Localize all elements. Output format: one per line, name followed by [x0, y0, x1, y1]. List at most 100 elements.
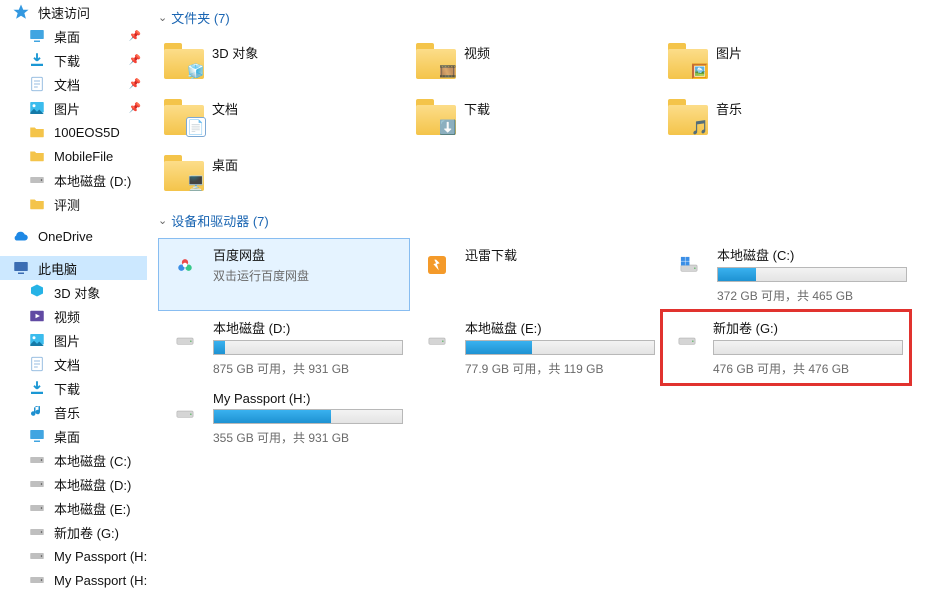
sidebar-item[interactable]: 下载📌	[0, 48, 147, 72]
folder-item[interactable]: 🖼️ 图片	[662, 35, 914, 91]
folders-section-header[interactable]: ⌄ 文件夹 (7)	[158, 8, 925, 27]
folder-icon: ⬇️	[416, 95, 456, 135]
folder-icon: 🖥️	[164, 151, 204, 191]
sidebar-item[interactable]: 图片📌	[0, 96, 147, 120]
folder-label: 下载	[464, 95, 490, 118]
drives-section-title: 设备和驱动器 (7)	[171, 211, 269, 230]
drive-grid: 百度网盘双击运行百度网盘迅雷下载本地磁盘 (C:)372 GB 可用，共 465…	[158, 238, 925, 453]
folder-item[interactable]: 🎵 音乐	[662, 91, 914, 147]
pc-icon	[12, 259, 30, 277]
pin-icon: 📌	[129, 31, 141, 42]
music-icon	[28, 403, 46, 421]
folder-item[interactable]: 🧊3D 对象	[158, 35, 410, 91]
sidebar-item[interactable]: 本地磁盘 (E:)	[0, 496, 147, 520]
drive-icon	[417, 318, 457, 358]
folder-label: 图片	[716, 39, 742, 62]
sidebar-item-label: 评测	[54, 195, 80, 214]
drive-item[interactable]: 迅雷下载	[410, 238, 662, 311]
desktop-icon	[28, 27, 46, 45]
sidebar-item[interactable]: MobileFile	[0, 144, 147, 168]
desktop-icon	[28, 427, 46, 445]
sidebar-item[interactable]: 新加卷 (G:)	[0, 520, 147, 544]
drive-name: 百度网盘	[213, 245, 403, 264]
onedrive-label: OneDrive	[38, 229, 93, 244]
folder-label: 3D 对象	[212, 39, 258, 62]
sidebar-item[interactable]: 本地磁盘 (D:)	[0, 168, 147, 192]
sidebar-item[interactable]: 3D 对象	[0, 280, 147, 304]
drive-item[interactable]: My Passport (H:) 355 GB 可用，共 931 GB	[158, 384, 410, 453]
folder-icon: 📄	[164, 95, 204, 135]
chevron-down-icon: ⌄	[158, 11, 167, 24]
pin-icon: 📌	[129, 103, 141, 114]
folder-item[interactable]: ⬇️ 下载	[410, 91, 662, 147]
sidebar-item[interactable]: 桌面	[0, 424, 147, 448]
folder-icon	[28, 123, 46, 141]
folder-label: 桌面	[212, 151, 238, 174]
drive-icon	[28, 571, 46, 589]
drive-item[interactable]: 百度网盘双击运行百度网盘	[158, 238, 410, 311]
sidebar-item[interactable]: 本地磁盘 (C:)	[0, 448, 147, 472]
drive-icon	[28, 171, 46, 189]
sidebar-item[interactable]: 文档 📌	[0, 72, 147, 96]
drive-icon	[28, 547, 46, 565]
sidebar-item[interactable]: 视频	[0, 304, 147, 328]
folder-item[interactable]: 🎞️视频	[410, 35, 662, 91]
sidebar-item[interactable]: My Passport (H:)	[0, 544, 147, 568]
drive-item[interactable]: 新加卷 (G:) 476 GB 可用，共 476 GB	[660, 309, 912, 386]
capacity-bar	[465, 340, 655, 355]
drive-item[interactable]: 本地磁盘 (C:)372 GB 可用，共 465 GB	[662, 238, 914, 311]
drive-name: My Passport (H:)	[213, 391, 403, 406]
doc-icon	[28, 75, 46, 93]
sidebar-item[interactable]: 音乐	[0, 400, 147, 424]
main-content: ⌄ 文件夹 (7) 🧊3D 对象🎞️视频🖼️ 图片 📄文档⬇️ 下载 🎵 音乐 🖥️ 桌面 ⌄…	[148, 0, 933, 609]
folder-icon: 🎵	[668, 95, 708, 135]
obj3d-icon	[28, 283, 46, 301]
drive-sub: 355 GB 可用，共 931 GB	[213, 429, 403, 446]
sidebar-item[interactable]: 桌面📌	[0, 24, 147, 48]
sidebar-item-label: 下载	[54, 51, 80, 70]
drive-name: 本地磁盘 (E:)	[465, 318, 655, 337]
sidebar-item[interactable]: 评测	[0, 192, 147, 216]
sidebar-item[interactable]: 100EOS5D	[0, 120, 147, 144]
folder-icon	[28, 195, 46, 213]
sidebar-item-label: 新加卷 (G:)	[54, 523, 119, 542]
sidebar-item-label: 文档	[54, 355, 80, 374]
folder-item[interactable]: 🖥️ 桌面	[158, 147, 410, 203]
picture-icon	[28, 99, 46, 117]
drive-icon	[165, 245, 205, 285]
folder-item[interactable]: 📄文档	[158, 91, 410, 147]
folder-label: 视频	[464, 39, 490, 62]
folder-label: 音乐	[716, 95, 742, 118]
pin-icon: 📌	[129, 79, 141, 90]
quick-access[interactable]: 快速访问	[0, 0, 147, 24]
sidebar-item[interactable]: 文档	[0, 352, 147, 376]
sidebar-item-label: MobileFile	[54, 149, 113, 164]
drive-icon	[28, 451, 46, 469]
sidebar-item-label: 桌面	[54, 427, 80, 446]
folder-icon: 🖼️	[668, 39, 708, 79]
drive-sub: 875 GB 可用，共 931 GB	[213, 360, 403, 377]
this-pc-label: 此电脑	[38, 259, 77, 278]
sidebar-item-label: 本地磁盘 (E:)	[54, 499, 131, 518]
drive-item[interactable]: 本地磁盘 (E:)77.9 GB 可用，共 119 GB	[410, 311, 662, 384]
sidebar-item-label: 本地磁盘 (D:)	[54, 171, 131, 190]
this-pc[interactable]: 此电脑	[0, 256, 147, 280]
download-icon	[28, 379, 46, 397]
onedrive[interactable]: OneDrive	[0, 224, 147, 248]
cloud-icon	[12, 227, 30, 245]
drive-sub: 476 GB 可用，共 476 GB	[713, 360, 903, 377]
drive-icon	[669, 245, 709, 285]
folders-section-title: 文件夹 (7)	[171, 8, 230, 27]
drive-icon	[417, 245, 457, 285]
drive-sub: 双击运行百度网盘	[213, 267, 403, 284]
drive-item[interactable]: 本地磁盘 (D:)875 GB 可用，共 931 GB	[158, 311, 410, 384]
sidebar-item-label: 文档	[54, 75, 80, 94]
drives-section-header[interactable]: ⌄ 设备和驱动器 (7)	[158, 211, 925, 230]
drive-name: 新加卷 (G:)	[713, 318, 903, 337]
sidebar-item[interactable]: My Passport (H:)	[0, 568, 147, 592]
sidebar-item[interactable]: 本地磁盘 (D:)	[0, 472, 147, 496]
sidebar-item[interactable]: 图片	[0, 328, 147, 352]
sidebar-item[interactable]: 下载	[0, 376, 147, 400]
sidebar-item-label: 图片	[54, 331, 80, 350]
sidebar-item-label: 本地磁盘 (D:)	[54, 475, 131, 494]
